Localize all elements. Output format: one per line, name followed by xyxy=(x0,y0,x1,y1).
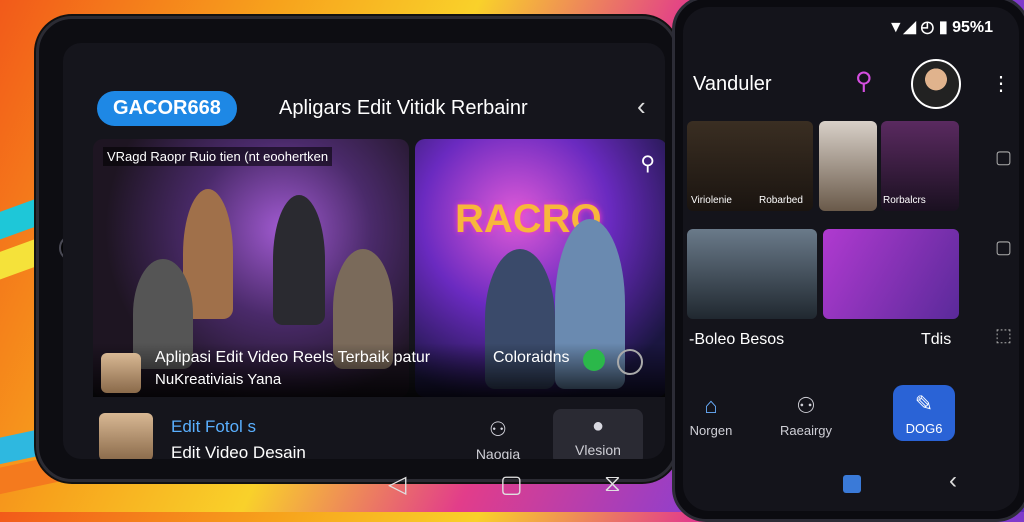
more-options-icon[interactable]: ⋮ xyxy=(991,71,1011,96)
phone-device: ▼◢ ◴ ▮ 95%1 Vanduler ⚲ ⋮ ▢ ▢ ⬚ Virioleni… xyxy=(672,0,1024,522)
back-icon[interactable]: ◁ xyxy=(388,470,406,499)
video-thumb-4[interactable] xyxy=(687,229,817,319)
square-icon[interactable]: ▢ xyxy=(995,147,1012,168)
tablet-device: GACOR668 Apligars Edit Vitidk Rerbainr ‹… xyxy=(36,16,678,482)
search-icon[interactable]: ⚲ xyxy=(855,67,873,96)
square-icon[interactable]: ▢ xyxy=(995,237,1012,258)
phone-screen: ▼◢ ◴ ▮ 95%1 Vanduler ⚲ ⋮ ▢ ▢ ⬚ Virioleni… xyxy=(683,7,1019,511)
nav-home[interactable]: ⌂ Norgen xyxy=(683,393,739,438)
nav-active[interactable]: ✎ DOG6 xyxy=(893,385,955,441)
nav-naogia[interactable]: ⚇ Naogia xyxy=(463,417,533,459)
battery-text: 95%1 xyxy=(952,19,993,36)
video-thumb-2[interactable] xyxy=(819,121,877,211)
chevron-left-icon[interactable]: ‹ xyxy=(637,91,646,122)
edit-photo-label[interactable]: Edit Fotol s xyxy=(171,417,256,437)
nav-label: Raeairgy xyxy=(779,423,833,438)
search-icon[interactable]: ⚲ xyxy=(640,151,655,176)
pen-icon: ✎ xyxy=(914,391,934,416)
profile-thumbnail[interactable] xyxy=(99,413,153,459)
person-figure xyxy=(273,195,325,325)
edit-icon[interactable]: ⬚ xyxy=(995,325,1012,346)
edit-video-label[interactable]: Edit Video Desain xyxy=(171,443,306,459)
avatar[interactable] xyxy=(911,59,961,109)
nav-label: Norgen xyxy=(689,423,733,438)
creator-thumbnail[interactable] xyxy=(101,353,141,393)
home-icon[interactable]: ▢ xyxy=(500,470,523,499)
video-subtitle: NuKreativiais Yana xyxy=(155,371,282,388)
home-button[interactable] xyxy=(843,475,861,493)
circle-icon[interactable] xyxy=(617,349,643,375)
share-icon: ⚇ xyxy=(796,393,816,418)
brand-badge[interactable]: GACOR668 xyxy=(97,91,237,126)
nav-label: DOG6 xyxy=(905,421,943,436)
back-icon[interactable]: ‹ xyxy=(949,467,957,495)
thumb-caption: Rorbalcrs xyxy=(883,195,926,206)
section-label-right: Tdis xyxy=(921,331,952,348)
video-thumb-5[interactable] xyxy=(823,229,959,319)
chat-icon[interactable] xyxy=(583,349,605,371)
video-title: Aplipasi Edit Video Reels Terbaik patur xyxy=(155,349,431,366)
user-icon: ● xyxy=(591,415,605,437)
home-icon: ⌂ xyxy=(704,393,718,418)
page-title: Apligars Edit Vitidk Rerbainr xyxy=(279,97,528,119)
tablet-screen: GACOR668 Apligars Edit Vitidk Rerbainr ‹… xyxy=(63,43,665,459)
nav-share[interactable]: ⚇ Raeairgy xyxy=(771,393,841,438)
thumb-caption: Robarbed xyxy=(759,195,803,206)
recent-apps-icon[interactable]: ⧖ xyxy=(604,470,621,498)
nav-vlesion[interactable]: ● Vlesion xyxy=(553,409,643,459)
video-right-label: Coloraidns xyxy=(493,349,570,366)
phone-title: Vanduler xyxy=(693,73,772,95)
nav-label: Vlesion xyxy=(575,442,621,458)
share-icon: ⚇ xyxy=(489,419,507,441)
section-label-left: -Boleo Besos xyxy=(689,331,785,348)
nav-label: Naogia xyxy=(475,446,521,459)
status-bar: ▼◢ ◴ ▮ 95%1 xyxy=(887,19,993,36)
video-card-caption: VRagd Raopr Ruio tien (nt eoohertken xyxy=(103,147,333,166)
thumb-caption: Viriolenie xyxy=(691,195,732,206)
